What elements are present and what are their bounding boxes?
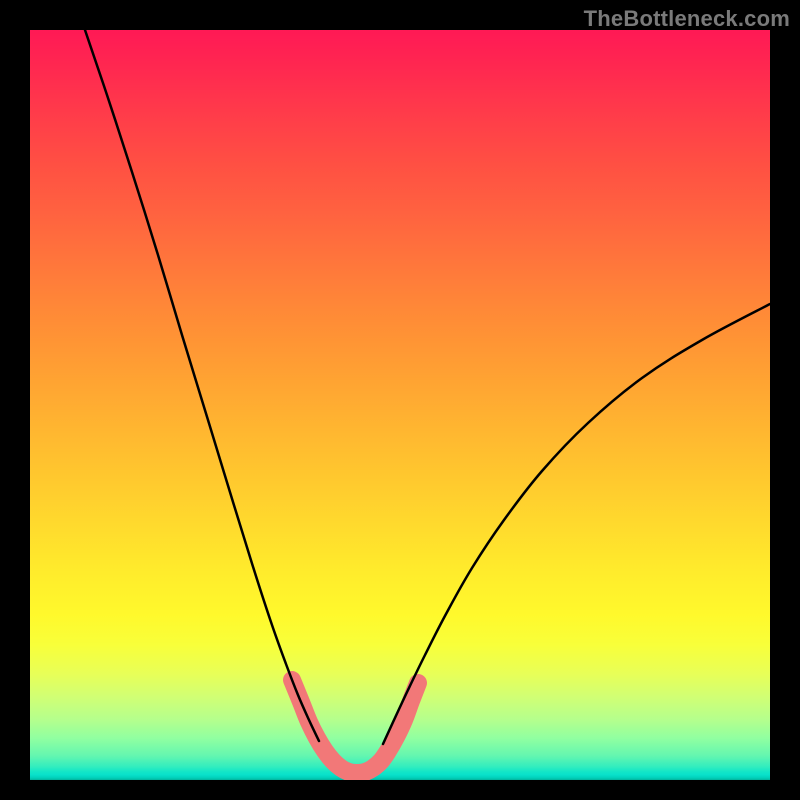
chart-container: TheBottleneck.com xyxy=(0,0,800,800)
right-curve-path xyxy=(383,304,770,744)
curve-overlay xyxy=(30,30,770,780)
left-curve-path xyxy=(85,30,319,741)
watermark-text: TheBottleneck.com xyxy=(584,6,790,32)
